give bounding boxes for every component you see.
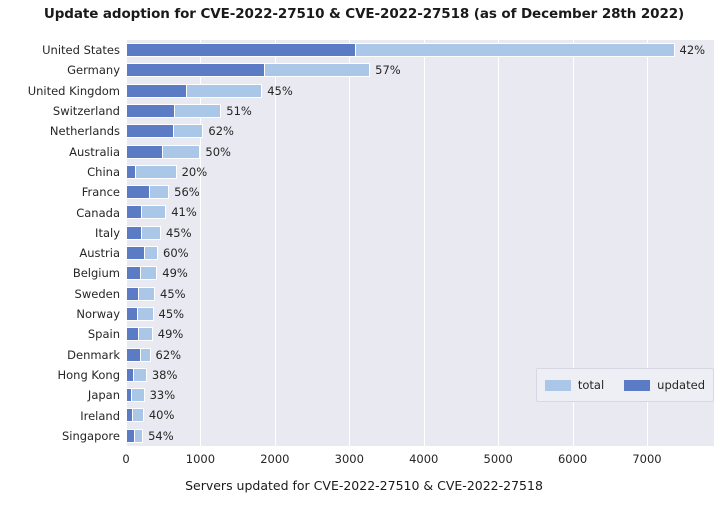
y-tick-label: Hong Kong [57,367,120,382]
bar-row[interactable]: 45% [126,81,714,101]
bar-updated[interactable] [126,306,139,321]
bar-updated[interactable] [126,246,146,260]
x-tick-label: 3000 [334,452,364,466]
y-tick-label: Austria [79,246,120,261]
bar-value-label: 57% [375,63,401,78]
x-axis: 0 1000 2000 3000 4000 5000 6000 7000 [122,446,714,470]
bar-updated[interactable] [126,286,140,301]
bar-row[interactable]: 50% [126,142,714,162]
bar-row[interactable]: 49% [126,263,714,283]
bar-value-label: 45% [160,286,186,301]
x-axis-title: Servers updated for CVE-2022-27510 & CVE… [185,478,543,493]
bar-updated[interactable] [126,185,151,200]
y-tick-label: Switzerland [52,104,120,119]
bar-row[interactable]: 20% [126,162,714,182]
bar-row[interactable]: 49% [126,324,714,344]
bar-updated[interactable] [126,408,134,423]
bar-updated[interactable] [126,205,143,220]
y-tick-label: United States [42,43,120,58]
bar-updated[interactable] [126,103,175,118]
y-tick-label: Sweden [74,286,120,301]
legend-swatch-icon [544,379,571,391]
bar-value-label: 41% [171,205,197,220]
bar-row[interactable]: 62% [126,345,714,365]
bar-value-label: 56% [174,185,200,200]
x-tick-label: 5000 [483,452,513,466]
legend-swatch-icon [624,379,651,391]
bar-updated[interactable] [126,266,142,281]
bar-value-label: 45% [158,306,185,321]
bar-value-label: 49% [157,327,184,342]
y-tick-label: Norway [76,307,120,322]
x-tick-label: 1000 [185,452,216,466]
bar-value-label: 49% [162,266,188,281]
bar-updated[interactable] [126,43,357,57]
bar-row[interactable]: 45% [126,304,714,324]
bar-updated[interactable] [126,144,164,159]
bar-value-label: 60% [163,246,189,260]
bar-row[interactable]: 51% [126,101,714,121]
y-tick-label: Canada [76,205,120,220]
y-tick-label: France [81,185,120,200]
y-tick-label: China [87,164,120,179]
bar-updated[interactable] [126,367,134,382]
bar-row[interactable]: 57% [126,60,714,80]
bar-value-label: 50% [205,144,231,159]
x-tick-label: 0 [122,452,130,466]
legend-entry[interactable]: updated [624,378,705,392]
bar-row[interactable]: 60% [126,243,714,263]
bar-updated[interactable] [126,164,137,179]
bar-row[interactable]: 56% [126,182,714,202]
bar-row[interactable]: 41% [126,202,714,222]
bar-updated[interactable] [126,225,142,240]
y-tick-label: Denmark [67,347,120,362]
y-tick-label: Netherlands [49,124,120,139]
y-tick-label: Belgium [72,266,120,281]
x-tick-label: 2000 [260,452,290,466]
bar-row[interactable]: 45% [126,284,714,304]
bar-updated[interactable] [126,124,174,139]
bar-updated[interactable] [126,83,188,98]
y-tick-label: Australia [69,144,120,159]
bar-value-label: 51% [226,103,252,118]
bar-value-label: 45% [267,83,293,98]
chart-legend: total updated [535,368,714,402]
y-tick-label: Spain [87,327,120,342]
y-tick-label: Germany [67,63,120,78]
bar-updated[interactable] [126,327,140,342]
x-tick-label: 7000 [632,452,662,466]
bar-updated[interactable] [126,388,132,403]
bar-value-label: 45% [165,225,192,240]
bar-row[interactable]: 45% [126,223,714,243]
y-tick-label: Japan [87,388,120,403]
bar-row[interactable]: 62% [126,121,714,141]
chart-title: Update adoption for CVE-2022-27510 & CVE… [43,6,685,22]
y-tick-label: Singapore [61,428,120,443]
y-tick-label: Ireland [80,408,120,423]
bar-value-label: 33% [149,388,176,403]
y-tick-label: Italy [95,225,120,240]
bar-value-label: 20% [181,164,208,179]
bar-value-label: 38% [151,367,178,382]
legend-label: total [577,378,605,392]
bar-updated[interactable] [126,63,266,78]
bar-updated[interactable] [126,347,142,362]
bar-value-label: 40% [148,408,175,423]
legend-label: updated [657,378,705,392]
bar-value-label: 42% [679,43,706,57]
x-tick-label: 4000 [409,452,439,466]
bar-row[interactable]: 40% [126,405,714,425]
x-tick-label: 6000 [557,452,588,466]
y-tick-label: United Kingdom [27,83,120,98]
bar-value-label: 62% [155,347,182,362]
bar-value-label: 54% [148,428,174,443]
chart-figure: Update adoption for CVE-2022-27510 & CVE… [0,0,728,506]
bar-row[interactable]: 42% [126,40,714,60]
y-axis: United States Germany United Kingdom Switze… [0,40,120,446]
bar-row[interactable]: 54% [126,426,714,446]
bar-value-label: 62% [208,124,234,139]
bar-updated[interactable] [126,428,136,443]
legend-entry[interactable]: total [544,378,605,392]
